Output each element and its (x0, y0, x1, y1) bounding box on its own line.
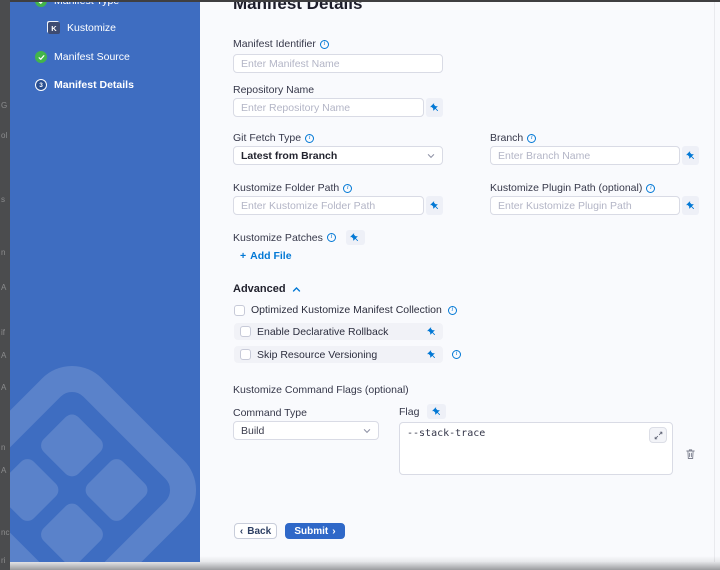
edge-text-fragment: n (1, 248, 5, 257)
step-manifest-type[interactable]: Manifest Type (35, 2, 119, 7)
plus-icon: + (240, 250, 246, 262)
skip-resource-versioning-row: Skip Resource Versioning (234, 346, 443, 363)
branch-label: Branch i (490, 132, 536, 144)
delete-icon[interactable] (685, 448, 696, 460)
step-number-icon: 3 (35, 79, 47, 91)
runtime-input-pin-icon[interactable] (426, 98, 443, 117)
kustomize-patches-label: Kustomize Patches i (233, 230, 365, 245)
step-label: Manifest Details (54, 79, 134, 91)
kustomize-icon: K (48, 22, 60, 34)
wizard-stepper-sidebar: Manifest Type K Kustomize Manifest Sourc… (10, 2, 200, 562)
modal-bottom-shadow (10, 562, 720, 570)
info-icon[interactable]: i (448, 306, 457, 315)
git-fetch-type-label: Git Fetch Type i (233, 132, 314, 144)
flag-label: Flag (399, 404, 446, 419)
expand-icon (654, 431, 663, 440)
back-button[interactable]: ‹ Back (234, 523, 277, 539)
edge-text-fragment: G (1, 101, 7, 110)
page-title: Manifest Details (233, 2, 362, 14)
expand-editor-button[interactable] (649, 427, 667, 443)
manifest-identifier-input[interactable] (233, 54, 443, 73)
chevron-down-icon (427, 152, 435, 160)
info-icon[interactable]: i (343, 184, 352, 193)
harness-logo-watermark (10, 349, 200, 562)
edge-text-fragment: n (1, 443, 5, 452)
edge-text-fragment: A (1, 351, 6, 360)
edge-text-fragment: nc (1, 528, 9, 537)
kustomize-plugin-path-label: Kustomize Plugin Path (optional) i (490, 182, 655, 194)
command-flags-label: Kustomize Command Flags (optional) (233, 384, 409, 396)
flag-textarea[interactable]: --stack-trace (399, 422, 673, 475)
check-circle-icon (35, 2, 47, 7)
edge-text-fragment: A (1, 383, 6, 392)
advanced-section-toggle[interactable]: Advanced (233, 283, 301, 295)
edge-text-fragment: s (1, 195, 5, 204)
back-arrow-icon: ‹ (240, 526, 243, 537)
info-icon[interactable]: i (646, 184, 655, 193)
optimized-collection-checkbox[interactable] (234, 305, 245, 316)
skip-resource-versioning-checkbox[interactable] (240, 349, 251, 360)
runtime-input-pin-icon[interactable] (682, 146, 699, 165)
command-type-label: Command Type (233, 407, 307, 419)
runtime-input-pin-icon[interactable] (427, 327, 437, 337)
kustomize-folder-path-label: Kustomize Folder Path i (233, 182, 352, 194)
edge-text-fragment: ol (1, 131, 7, 140)
branch-input[interactable] (490, 146, 680, 165)
step-substep-kustomize[interactable]: K Kustomize (48, 22, 116, 34)
scrollbar-track[interactable] (714, 2, 715, 562)
edge-text-fragment: if (1, 328, 5, 337)
edge-text-fragment: ri (1, 556, 5, 565)
chevron-up-icon (292, 285, 301, 294)
chevron-down-icon (363, 427, 371, 435)
info-icon[interactable]: i (527, 134, 536, 143)
command-type-select[interactable]: Build (233, 421, 379, 440)
runtime-input-pin-icon[interactable] (682, 196, 699, 215)
repository-name-input[interactable] (233, 98, 424, 117)
step-manifest-source[interactable]: Manifest Source (35, 51, 130, 63)
edge-text-fragment: A (1, 466, 6, 475)
manifest-identifier-label: Manifest Identifier i (233, 38, 329, 50)
repository-name-label: Repository Name (233, 84, 314, 96)
runtime-input-pin-icon[interactable] (346, 230, 365, 245)
optimized-collection-row: Optimized Kustomize Manifest Collection … (234, 304, 457, 316)
step-label: Kustomize (67, 22, 116, 34)
info-icon[interactable]: i (327, 233, 336, 242)
declarative-rollback-row: Enable Declarative Rollback (234, 323, 443, 340)
manifest-details-panel: Manifest Details Manifest Identifier i R… (200, 2, 720, 562)
runtime-input-pin-icon[interactable] (426, 196, 443, 215)
info-icon[interactable]: i (305, 134, 314, 143)
git-fetch-type-select[interactable]: Latest from Branch (233, 146, 443, 165)
info-icon[interactable]: i (452, 350, 461, 359)
step-label: Manifest Source (54, 51, 130, 63)
step-label: Manifest Type (54, 2, 119, 7)
submit-button[interactable]: Submit › (285, 523, 345, 539)
kustomize-folder-path-input[interactable] (233, 196, 424, 215)
declarative-rollback-checkbox[interactable] (240, 326, 251, 337)
check-circle-icon (35, 51, 47, 63)
runtime-input-pin-icon[interactable] (427, 404, 446, 419)
runtime-input-pin-icon[interactable] (427, 350, 437, 360)
info-icon[interactable]: i (320, 40, 329, 49)
edge-text-fragment: A (1, 283, 6, 292)
kustomize-plugin-path-input[interactable] (490, 196, 680, 215)
background-page-edge: G ol s n A if A A n A nc ri (0, 0, 10, 570)
forward-arrow-icon: › (332, 526, 335, 537)
step-manifest-details[interactable]: 3 Manifest Details (35, 79, 134, 91)
add-file-button[interactable]: + Add File (240, 250, 292, 262)
